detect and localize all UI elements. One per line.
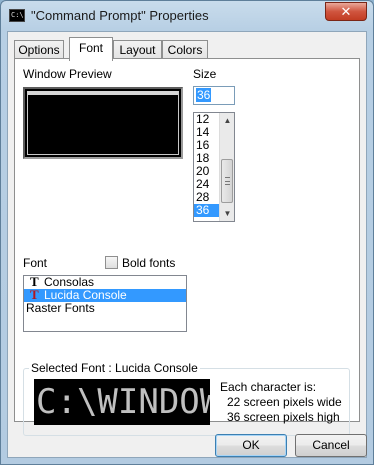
window-title: "Command Prompt" Properties: [31, 8, 209, 23]
dialog-body: Options Font Layout Colors Window Previe…: [7, 31, 367, 458]
window-preview-label: Window Preview: [23, 67, 112, 81]
font-item-label: Raster Fonts: [26, 301, 95, 315]
window-preview: [23, 87, 183, 159]
bold-fonts-label[interactable]: Bold fonts: [122, 256, 175, 270]
char-size-heading: Each character is:: [220, 380, 317, 394]
properties-window: C:\ "Command Prompt" Properties ✕ Option…: [0, 0, 374, 465]
size-input-value: 36: [196, 88, 212, 102]
scroll-up-arrow-icon[interactable]: ▲: [220, 113, 234, 128]
tab-colors[interactable]: Colors: [162, 40, 208, 60]
size-input[interactable]: 36: [193, 86, 235, 105]
tab-font[interactable]: Font: [69, 37, 113, 61]
size-label: Size: [193, 67, 217, 81]
font-item-label: Lucida Console: [44, 288, 127, 302]
truetype-font-icon: T: [30, 287, 39, 302]
selected-font-group: Selected Font : Lucida Console C:\WINDOW…: [23, 361, 350, 436]
preview-window-frame: [27, 91, 179, 155]
font-tab-panel: Window Preview Size 36 12 14 16 18 20 24…: [14, 58, 360, 436]
tab-options[interactable]: Options: [14, 40, 64, 60]
char-width-text: 22 screen pixels wide: [227, 395, 342, 409]
size-listbox[interactable]: 12 14 16 18 20 24 28 36 ▲ ▼: [193, 112, 235, 222]
console-window-icon[interactable]: C:\: [9, 9, 25, 22]
font-item-label: Consolas: [44, 275, 95, 289]
char-height-text: 36 screen pixels high: [227, 410, 340, 424]
font-listbox[interactable]: T Consolas T Lucida Console Raster Fonts: [23, 275, 187, 332]
tab-layout[interactable]: Layout: [113, 40, 162, 60]
selected-font-label: Selected Font : Lucida Console: [29, 361, 200, 375]
scroll-thumb[interactable]: [221, 159, 233, 203]
font-item-raster-fonts[interactable]: Raster Fonts: [24, 302, 186, 315]
title-bar[interactable]: C:\ "Command Prompt" Properties ✕: [1, 1, 373, 31]
bold-fonts-checkbox[interactable]: [105, 256, 118, 269]
font-sample-preview: C:\WINDOWS: [34, 379, 210, 425]
size-option-selected[interactable]: 36: [194, 204, 219, 217]
grip-icon: [225, 177, 230, 185]
close-button[interactable]: ✕: [325, 2, 367, 21]
cancel-button[interactable]: Cancel: [295, 434, 367, 457]
scroll-down-arrow-icon[interactable]: ▼: [220, 206, 234, 221]
font-label: Font: [23, 256, 48, 270]
ok-button[interactable]: OK: [215, 434, 287, 457]
size-scrollbar[interactable]: ▲ ▼: [219, 113, 234, 221]
